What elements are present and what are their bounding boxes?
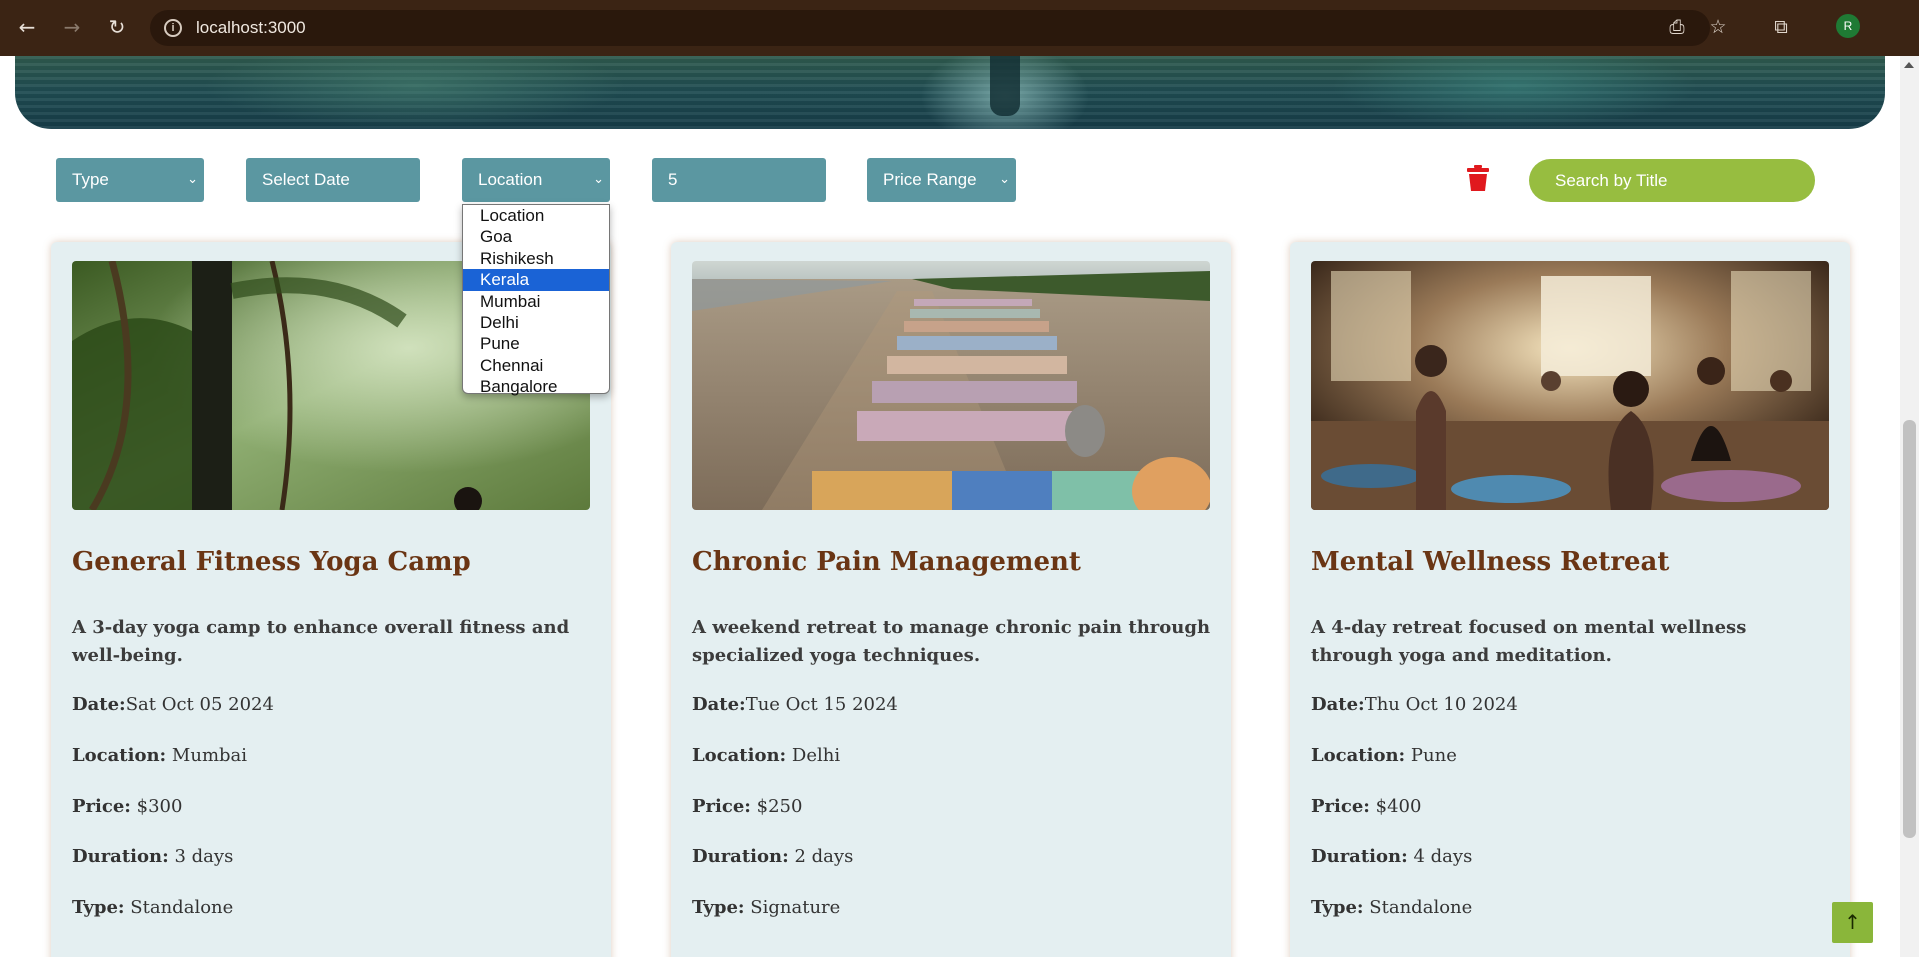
card-duration-row: Duration: 2 days [692, 846, 1212, 867]
star-icon[interactable]: ☆ [1705, 14, 1731, 40]
card-description: A 3-day yoga camp to enhance overall fit… [72, 617, 570, 666]
card-price: $400 [1375, 796, 1422, 817]
location-label: Location: [692, 745, 787, 766]
type-label: Type: [692, 897, 745, 918]
dropdown-option[interactable]: Mumbai [463, 291, 609, 312]
url-text[interactable]: localhost:3000 [196, 18, 306, 38]
card-image-yoga-studio [1311, 261, 1829, 510]
arrow-left-icon[interactable]: ← [12, 12, 42, 42]
card-image-beach-mats [692, 261, 1210, 510]
card-date: Thu Oct 10 2024 [1364, 694, 1518, 715]
card-location-row: Location: Delhi [692, 745, 1212, 766]
duration-label: Duration: [1311, 846, 1408, 867]
card-title: Chronic Pain Management [692, 547, 1081, 577]
location-dropdown-list[interactable]: Location Goa Rishikesh Kerala Mumbai Del… [462, 204, 610, 397]
date-label: Date: [692, 694, 746, 715]
card-date: Sat Oct 05 2024 [125, 694, 274, 715]
card-type-row: Type: Standalone [72, 897, 592, 918]
card-duration: 2 days [794, 846, 854, 867]
card-price: $250 [756, 796, 803, 817]
dropdown-option[interactable]: Goa [463, 226, 609, 247]
search-input[interactable]: Search by Title [1529, 159, 1815, 202]
card-location: Mumbai [171, 745, 248, 766]
scroll-to-top-button[interactable]: ↑ [1832, 902, 1873, 943]
card-type: Standalone [1369, 897, 1473, 918]
card-title: Mental Wellness Retreat [1311, 547, 1670, 577]
hero-banner [15, 56, 1885, 129]
location-select-label: Location [478, 170, 543, 189]
card-duration: 4 days [1413, 846, 1473, 867]
retreat-card[interactable]: Mental Wellness Retreat A 4-day retreat … [1290, 242, 1850, 957]
card-date-row: Date:Tue Oct 15 2024 [692, 694, 1212, 715]
search-placeholder: Search by Title [1555, 171, 1668, 190]
card-location: Delhi [791, 745, 841, 766]
page: Type ⌄ Select Date Location ⌄ 5 Price Ra… [0, 56, 1900, 957]
location-label: Location: [1311, 745, 1406, 766]
type-select[interactable]: Type ⌄ [56, 158, 204, 202]
duration-label: Duration: [692, 846, 789, 867]
puzzle-icon[interactable]: ⧉ [1768, 14, 1794, 40]
type-select-label: Type [72, 170, 109, 189]
card-title: General Fitness Yoga Camp [72, 547, 471, 577]
duration-label: Duration: [72, 846, 169, 867]
address-bar[interactable]: i localhost:3000 [150, 10, 1710, 46]
card-duration-row: Duration: 3 days [72, 846, 592, 867]
card-date-row: Date:Sat Oct 05 2024 [72, 694, 592, 715]
price-range-label: Price Range [883, 170, 977, 189]
dropdown-option-highlighted[interactable]: Kerala [463, 269, 609, 291]
scroll-up-arrow-icon[interactable] [1904, 62, 1914, 68]
retreat-card[interactable]: Chronic Pain Management A weekend retrea… [671, 242, 1231, 957]
card-type: Standalone [130, 897, 234, 918]
chevron-down-icon: ⌄ [999, 172, 1010, 187]
card-price-row: Price: $250 [692, 796, 1212, 817]
site-info-icon[interactable]: i [164, 19, 182, 37]
card-price-row: Price: $300 [72, 796, 592, 817]
dropdown-option[interactable]: Rishikesh [463, 248, 609, 269]
price-label: Price: [72, 796, 131, 817]
card-type-row: Type: Standalone [1311, 897, 1831, 918]
price-label: Price: [692, 796, 751, 817]
price-label: Price: [1311, 796, 1370, 817]
date-label: Date: [72, 694, 126, 715]
dropdown-option[interactable]: Chennai [463, 355, 609, 376]
scrollbar-thumb[interactable] [1903, 420, 1916, 838]
chevron-down-icon: ⌄ [593, 172, 604, 187]
hero-reflection [990, 56, 1020, 116]
arrow-right-icon[interactable]: → [57, 12, 87, 42]
count-input-value: 5 [668, 170, 678, 189]
card-description: A weekend retreat to manage chronic pain… [692, 617, 1211, 666]
location-select[interactable]: Location ⌄ [462, 158, 610, 202]
chevron-down-icon: ⌄ [187, 172, 198, 187]
price-range-select[interactable]: Price Range ⌄ [867, 158, 1016, 202]
browser-toolbar: ← → ↻ i localhost:3000 ⎙ ☆ ⧉ R [0, 0, 1919, 56]
card-duration-row: Duration: 4 days [1311, 846, 1831, 867]
count-input[interactable]: 5 [652, 158, 826, 202]
date-input[interactable]: Select Date [246, 158, 420, 202]
card-type-row: Type: Signature [692, 897, 1212, 918]
dropdown-option[interactable]: Delhi [463, 312, 609, 333]
dropdown-option[interactable]: Bangalore [463, 376, 609, 397]
card-duration: 3 days [174, 846, 234, 867]
date-input-label: Select Date [262, 170, 350, 189]
type-label: Type: [1311, 897, 1364, 918]
card-description: A 4-day retreat focused on mental wellne… [1311, 617, 1747, 666]
card-location-row: Location: Pune [1311, 745, 1831, 766]
card-location: Pune [1410, 745, 1457, 766]
card-price: $300 [136, 796, 183, 817]
card-price-row: Price: $400 [1311, 796, 1831, 817]
card-date-row: Date:Thu Oct 10 2024 [1311, 694, 1831, 715]
type-label: Type: [72, 897, 125, 918]
location-label: Location: [72, 745, 167, 766]
reload-icon[interactable]: ↻ [102, 12, 132, 42]
install-app-icon[interactable]: ⎙ [1664, 14, 1690, 40]
card-type: Signature [750, 897, 841, 918]
date-label: Date: [1311, 694, 1365, 715]
card-date: Tue Oct 15 2024 [745, 694, 898, 715]
card-location-row: Location: Mumbai [72, 745, 592, 766]
dropdown-option[interactable]: Location [463, 205, 609, 226]
dropdown-option[interactable]: Pune [463, 333, 609, 354]
trash-icon[interactable] [1467, 165, 1489, 191]
avatar[interactable]: R [1836, 14, 1860, 38]
